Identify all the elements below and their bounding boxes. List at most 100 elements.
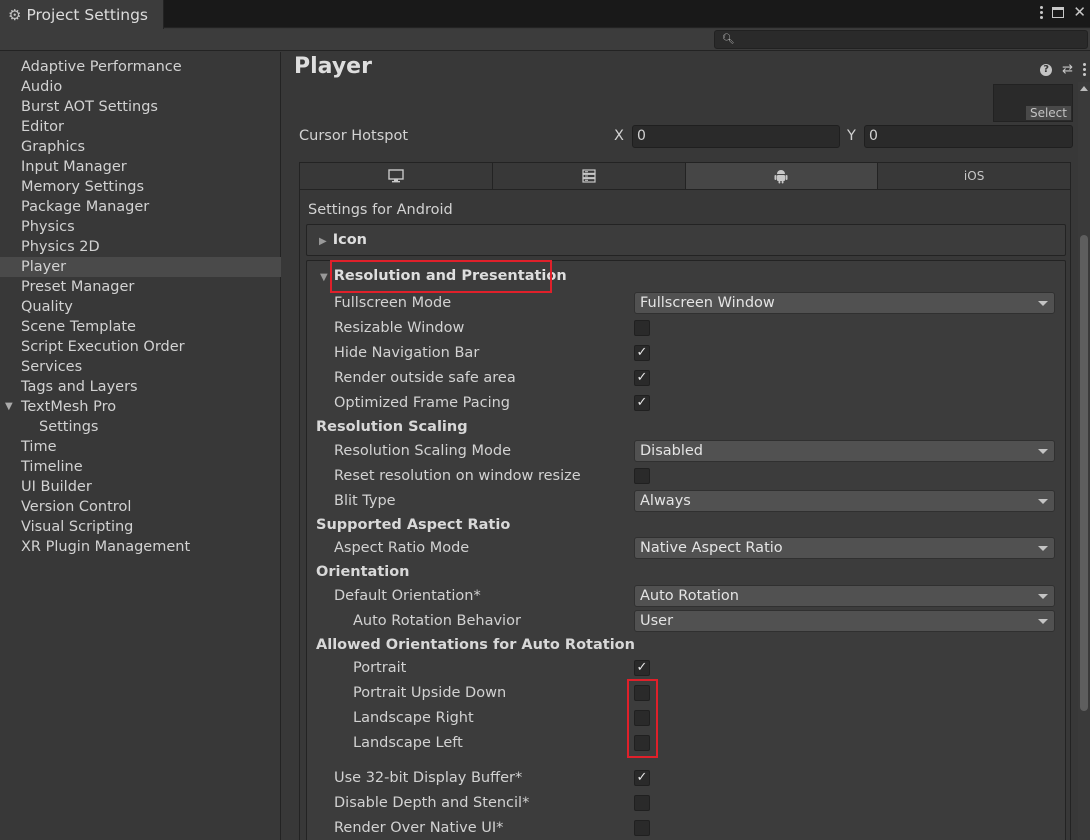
disable-depth-stencil-checkbox[interactable] [634,795,650,811]
collapsed-triangle-icon: ▶ [319,236,327,247]
sidebar-item-timeline[interactable]: Timeline [0,457,281,477]
portrait-checkbox[interactable]: ✓ [634,660,650,676]
blit-type-label: Blit Type [334,493,396,509]
settings-sidebar: Adaptive Performance Audio Burst AOT Set… [0,52,281,840]
render-outside-safe-checkbox[interactable]: ✓ [634,370,650,386]
sidebar-item-player[interactable]: Player [0,257,281,277]
icon-section[interactable]: ▶ Icon [306,224,1066,256]
sidebar-item-visual-scripting[interactable]: Visual Scripting [0,517,281,537]
render-outside-safe-label: Render outside safe area [334,370,516,386]
hide-nav-bar-checkbox[interactable]: ✓ [634,345,650,361]
hotspot-x-label: X [614,128,624,144]
tab-ios[interactable]: iOS [878,163,1070,189]
checkmark-icon: ✓ [636,395,648,410]
sidebar-item-version-control[interactable]: Version Control [0,497,281,517]
preset-sliders-icon[interactable]: ⇄ [1062,62,1073,77]
resolution-scaling-header: Resolution Scaling [316,419,468,435]
main-scrollbar[interactable] [1078,82,1090,840]
expanded-triangle-icon[interactable]: ▼ [5,397,13,417]
sidebar-item-script-execution-order[interactable]: Script Execution Order [0,337,281,357]
sidebar-item-label: TextMesh Pro [21,399,117,415]
window-controls: ✕ [1040,3,1086,21]
expanded-triangle-icon: ▼ [320,272,328,283]
auto-rotation-behavior-dropdown[interactable]: User [634,610,1055,632]
window-tab[interactable]: ⚙ Project Settings [0,0,164,29]
fullscreen-mode-dropdown[interactable]: Fullscreen Window [634,292,1055,314]
more-options-icon[interactable] [1040,5,1044,19]
sidebar-item-textmesh-settings[interactable]: Settings [0,417,281,437]
frame-pacing-checkbox[interactable]: ✓ [634,395,650,411]
icon-section-header[interactable]: ▶ Icon [319,232,367,248]
window-titlebar: ⚙ Project Settings ✕ [0,0,1090,29]
monitor-icon [388,169,404,183]
cursor-texture-thumbnail[interactable]: Select [993,84,1073,122]
chevron-down-icon [1038,546,1048,551]
sidebar-item-graphics[interactable]: Graphics [0,137,281,157]
help-icon[interactable]: ? [1040,63,1053,76]
landscape-right-label: Landscape Right [353,710,474,726]
aspect-ratio-mode-label: Aspect Ratio Mode [334,540,470,556]
sidebar-item-physics-2d[interactable]: Physics 2D [0,237,281,257]
use-32bit-buffer-checkbox[interactable]: ✓ [634,770,650,786]
sidebar-item-tags-and-layers[interactable]: Tags and Layers [0,377,281,397]
aspect-ratio-mode-dropdown[interactable]: Native Aspect Ratio [634,537,1055,559]
select-button[interactable]: Select [1025,106,1071,120]
frame-pacing-label: Optimized Frame Pacing [334,395,510,411]
sidebar-item-time[interactable]: Time [0,437,281,457]
sidebar-item-memory-settings[interactable]: Memory Settings [0,177,281,197]
sidebar-item-burst-aot[interactable]: Burst AOT Settings [0,97,281,117]
resolution-scaling-mode-dropdown[interactable]: Disabled [634,440,1055,462]
sidebar-item-adaptive-performance[interactable]: Adaptive Performance [0,57,281,77]
disable-depth-stencil-label: Disable Depth and Stencil* [334,795,530,811]
use-32bit-buffer-label: Use 32-bit Display Buffer* [334,770,523,786]
page-title: Player [294,54,372,79]
render-over-native-ui-checkbox[interactable] [634,820,650,836]
annotation-highlight-orientations [627,679,658,758]
sidebar-item-package-manager[interactable]: Package Manager [0,197,281,217]
sidebar-item-scene-template[interactable]: Scene Template [0,317,281,337]
scroll-up-arrow-icon[interactable] [1080,86,1088,91]
hotspot-x-input[interactable]: 0 [632,125,840,148]
sidebar-item-audio[interactable]: Audio [0,77,281,97]
window-title: Project Settings [26,5,148,24]
hotspot-y-input[interactable]: 0 [864,125,1073,148]
platform-tabs: iOS [299,162,1071,190]
scroll-thumb[interactable] [1080,235,1088,711]
reset-resolution-checkbox[interactable] [634,468,650,484]
tab-android[interactable] [685,163,879,189]
cursor-hotspot-label: Cursor Hotspot [299,128,409,144]
sidebar-item-services[interactable]: Services [0,357,281,377]
tab-standalone[interactable] [300,163,493,189]
checkmark-icon: ✓ [636,345,648,360]
sidebar-item-quality[interactable]: Quality [0,297,281,317]
sidebar-item-ui-builder[interactable]: UI Builder [0,477,281,497]
sidebar-item-physics[interactable]: Physics [0,217,281,237]
landscape-left-label: Landscape Left [353,735,463,751]
sidebar-item-preset-manager[interactable]: Preset Manager [0,277,281,297]
aspect-ratio-header: Supported Aspect Ratio [316,517,511,533]
header-icons: ? ⇄ [1040,62,1086,77]
blit-type-dropdown[interactable]: Always [634,490,1055,512]
sidebar-item-textmesh-pro[interactable]: ▼ TextMesh Pro [0,397,281,417]
default-orientation-dropdown[interactable]: Auto Rotation [634,585,1055,607]
server-icon [582,169,596,183]
sidebar-item-editor[interactable]: Editor [0,117,281,137]
reset-resolution-label: Reset resolution on window resize [334,468,581,484]
chevron-down-icon [1038,619,1048,624]
annotation-highlight-resolution [330,260,552,293]
default-orientation-label: Default Orientation* [334,588,481,604]
more-options-icon[interactable] [1083,63,1086,76]
maximize-icon[interactable] [1052,6,1065,18]
chevron-down-icon [1038,449,1048,454]
default-orientation-value: Auto Rotation [640,588,739,604]
resizable-window-checkbox[interactable] [634,320,650,336]
sidebar-item-xr-plugin-management[interactable]: XR Plugin Management [0,537,281,557]
render-over-native-ui-label: Render Over Native UI* [334,820,504,836]
chevron-down-icon [1038,499,1048,504]
sidebar-item-input-manager[interactable]: Input Manager [0,157,281,177]
android-icon [774,170,788,184]
tab-dedicated-server[interactable] [492,163,686,189]
search-input[interactable]: 🔍︎ [714,30,1088,49]
portrait-upside-down-label: Portrait Upside Down [353,685,507,701]
close-icon[interactable]: ✕ [1073,3,1086,21]
